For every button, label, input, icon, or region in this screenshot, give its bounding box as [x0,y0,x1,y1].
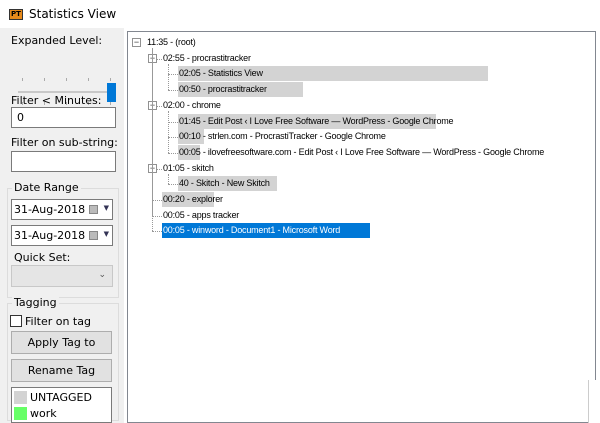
tree-node[interactable]: 00:05 - apps tracker [163,208,239,223]
tree-connector [168,110,169,153]
tag-item-work[interactable]: work [14,407,57,420]
slider-tick [22,78,23,81]
calendar-icon [89,231,98,240]
chevron-down-icon: ⌄ [98,270,106,280]
date-range-label: Date Range [12,181,81,194]
tree-node[interactable]: 01:45 - Edit Post ‹ I Love Free Software… [179,114,454,129]
expanded-level-slider-thumb[interactable] [107,83,116,102]
filter-on-tag-checkbox[interactable] [10,315,22,327]
tree-connector [152,215,162,217]
title-bar: PT Statistics View [0,0,600,28]
dropdown-arrow-icon: ▼ [103,230,109,238]
tree-node[interactable]: 01:05 - skitch [163,161,214,176]
tag-name: UNTAGGED [30,391,92,404]
tree-connector [152,48,153,232]
date-to-value: 31-Aug-2018 [14,229,86,242]
statistics-tree[interactable]: −11:35 - (root) −02:55 - procrastitracker… [127,31,596,423]
tree-node[interactable]: 00:20 - explorer [163,192,223,207]
filter-minutes-label: Filter < Minutes: [11,94,102,107]
collapse-toggle-icon[interactable]: − [132,38,141,47]
apply-tag-button[interactable]: Apply Tag to Node [11,331,112,370]
slider-tick [66,78,67,81]
tree-node[interactable]: 02:05 - Statistics View [179,66,263,81]
quick-set-label: Quick Set: [14,251,71,264]
filter-substring-input[interactable] [11,151,116,172]
tag-color-swatch [14,391,27,404]
tree-connector [152,200,162,201]
expanded-level-label: Expanded Level: [11,34,103,47]
left-panel: Expanded Level: Filter < Minutes: 0 Filt… [0,28,133,423]
expanded-level-track[interactable] [18,91,112,93]
tree-node[interactable]: 00:05 - winword - Document1 - Microsoft … [163,223,340,238]
slider-tick [44,78,45,81]
slider-tick [88,78,89,81]
tree-node[interactable]: 11:35 - (root) [147,35,196,50]
tree-node[interactable]: 40 - Skitch - New Skitch [179,176,270,191]
scrollbar[interactable] [588,380,596,423]
tree-connector [168,90,178,92]
tag-list[interactable]: UNTAGGED work [11,387,112,423]
tagging-label: Tagging [12,296,59,309]
tree-connector [168,152,178,154]
calendar-icon [89,205,98,214]
tree-connector [168,184,178,186]
filter-minutes-input[interactable]: 0 [11,107,116,128]
tree-connector [168,74,178,76]
quick-set-select[interactable]: ⌄ [11,265,113,287]
date-to-picker[interactable]: 31-Aug-2018 ▼ [11,225,113,246]
slider-tick [110,102,111,105]
tree-connector [168,121,178,123]
tag-color-swatch [14,407,27,420]
tree-node[interactable]: 00:50 - procrastitracker [179,82,267,97]
tree-connector [152,231,162,233]
app-icon: PT [9,8,23,20]
tree-node[interactable]: 00:10 - strlen.com - ProcrastiTracker - … [179,129,386,144]
rename-tag-button[interactable]: Rename Tag [11,359,112,382]
tree-node[interactable]: 00:05 - ilovefreesoftware.com - Edit Pos… [179,145,544,160]
filter-substring-label: Filter on sub-string: [11,136,118,149]
tree-node[interactable]: 02:55 - procrastitracker [163,51,251,66]
tag-item-untagged[interactable]: UNTAGGED [14,391,92,404]
tree-node[interactable]: 02:00 - chrome [163,98,221,113]
date-from-value: 31-Aug-2018 [14,203,86,216]
date-from-picker[interactable]: 31-Aug-2018 ▼ [11,199,113,220]
dropdown-arrow-icon: ▼ [103,204,109,212]
tree-connector [168,63,169,91]
window-title: Statistics View [29,7,117,21]
tree-connector [168,137,178,139]
tree-connector [168,173,169,185]
slider-tick [110,78,111,81]
tag-name: work [30,407,57,420]
filter-on-tag-label: Filter on tag [25,315,91,328]
